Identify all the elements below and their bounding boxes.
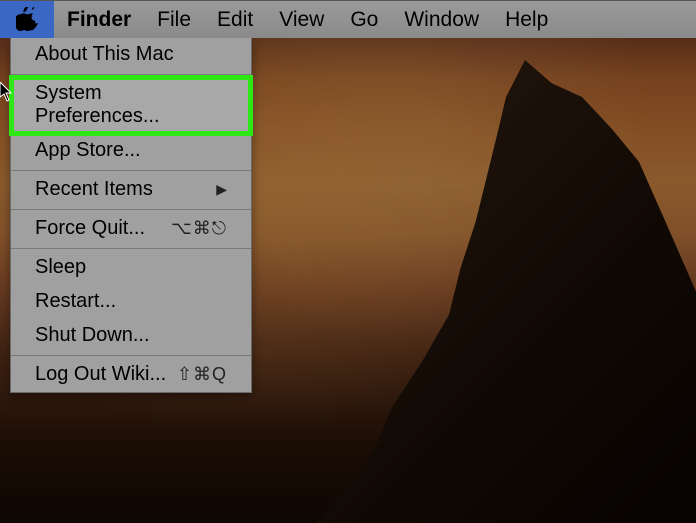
- menu-label-log-out: Log Out Wiki...: [35, 363, 166, 386]
- menubar-item-window[interactable]: Window: [391, 1, 492, 38]
- menubar-item-edit[interactable]: Edit: [204, 1, 266, 38]
- menubar-label-help: Help: [505, 8, 548, 32]
- shortcut-force-quit: ⌥⌘⎋: [171, 218, 227, 239]
- menubar-label-finder: Finder: [67, 8, 131, 32]
- menu-item-log-out[interactable]: Log Out Wiki... ⇧⌘Q: [11, 358, 251, 392]
- menubar-label-go: Go: [350, 8, 378, 32]
- menu-item-sleep[interactable]: Sleep: [11, 251, 251, 285]
- menu-separator: [11, 355, 251, 356]
- wallpaper-mountain: [316, 60, 696, 523]
- menu-item-restart[interactable]: Restart...: [11, 285, 251, 319]
- menu-item-shut-down[interactable]: Shut Down...: [11, 319, 251, 353]
- menu-label-about: About This Mac: [35, 43, 174, 66]
- menu-bar: Finder File Edit View Go Window Help: [0, 0, 696, 38]
- menu-separator: [11, 248, 251, 249]
- menu-label-shut-down: Shut Down...: [35, 324, 150, 347]
- menu-item-recent-items[interactable]: Recent Items ▶: [11, 173, 251, 207]
- menu-separator: [11, 209, 251, 210]
- menu-label-system-preferences: System Preferences...: [35, 82, 227, 128]
- menu-separator: [11, 74, 251, 75]
- menubar-item-file[interactable]: File: [144, 1, 204, 38]
- menu-label-force-quit: Force Quit...: [35, 217, 145, 240]
- menu-item-system-preferences[interactable]: System Preferences...: [11, 77, 251, 134]
- menubar-label-file: File: [157, 8, 191, 32]
- menu-separator: [11, 170, 251, 171]
- submenu-arrow-icon: ▶: [216, 181, 227, 198]
- menu-label-sleep: Sleep: [35, 256, 86, 279]
- menubar-label-edit: Edit: [217, 8, 253, 32]
- menubar-item-help[interactable]: Help: [492, 1, 561, 38]
- menubar-label-view: View: [279, 8, 324, 32]
- menubar-item-go[interactable]: Go: [337, 1, 391, 38]
- apple-menu-button[interactable]: [0, 1, 54, 38]
- menubar-item-finder[interactable]: Finder: [54, 1, 144, 38]
- apple-menu-dropdown: About This Mac System Preferences... App…: [10, 38, 252, 393]
- menu-item-app-store[interactable]: App Store...: [11, 134, 251, 168]
- menu-item-force-quit[interactable]: Force Quit... ⌥⌘⎋: [11, 212, 251, 246]
- menu-label-restart: Restart...: [35, 290, 116, 313]
- menu-item-about-this-mac[interactable]: About This Mac: [11, 38, 251, 72]
- menubar-item-view[interactable]: View: [266, 1, 337, 38]
- menubar-label-window: Window: [404, 8, 479, 32]
- apple-logo-icon: [16, 7, 38, 33]
- menu-label-recent-items: Recent Items: [35, 178, 153, 201]
- menu-label-app-store: App Store...: [35, 139, 141, 162]
- shortcut-log-out: ⇧⌘Q: [177, 364, 227, 385]
